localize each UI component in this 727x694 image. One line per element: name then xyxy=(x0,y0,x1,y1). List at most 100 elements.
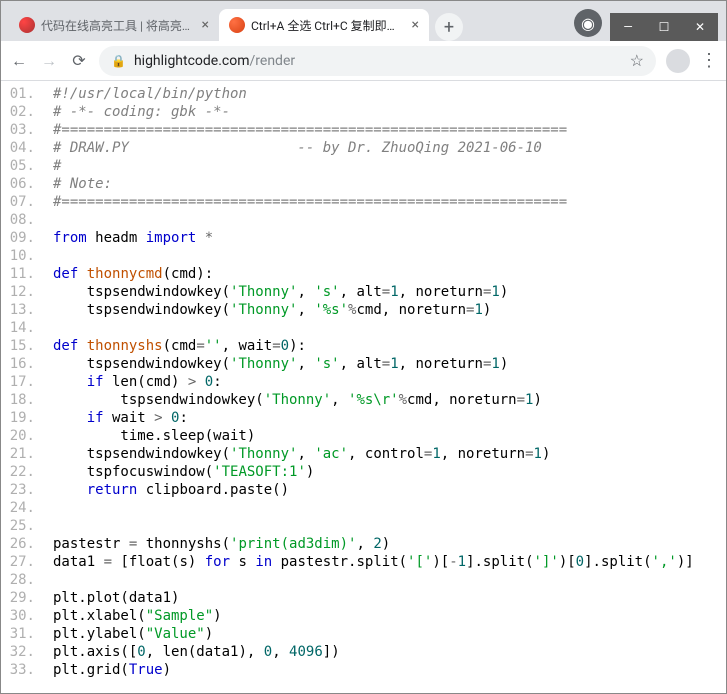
line-number: 28. xyxy=(1,571,41,589)
bookmark-star-icon[interactable]: ☆ xyxy=(630,51,644,70)
code-text: return clipboard.paste() xyxy=(45,481,289,499)
line-number: 33. xyxy=(1,661,41,679)
back-button[interactable]: ← xyxy=(9,51,29,71)
favicon-icon xyxy=(19,17,35,33)
code-text: plt.ylabel("Value") xyxy=(45,625,213,643)
tab-title: Ctrl+A 全选 Ctrl+C 复制即可 - G xyxy=(251,17,406,34)
forward-button[interactable]: → xyxy=(39,51,59,71)
tab-strip: 代码在线高亮工具 | 将高亮美化的 × Ctrl+A 全选 Ctrl+C 复制即… xyxy=(1,1,726,41)
line-number: 05. xyxy=(1,157,41,175)
favicon-icon xyxy=(229,17,245,33)
code-line: 25. xyxy=(1,517,694,535)
page-content[interactable]: 01.#!/usr/local/bin/python02.# -*- codin… xyxy=(1,81,726,693)
browser-window: 代码在线高亮工具 | 将高亮美化的 × Ctrl+A 全选 Ctrl+C 复制即… xyxy=(0,0,727,694)
browser-tab-1[interactable]: Ctrl+A 全选 Ctrl+C 复制即可 - G × xyxy=(219,9,429,41)
code-text: # DRAW.PY -- by Dr. ZhuoQing 2021-06-10 xyxy=(45,139,542,157)
circle-icon: ◉ xyxy=(581,14,595,33)
line-number: 02. xyxy=(1,103,41,121)
code-line: 27.data1 = [float(s) for s in pastestr.s… xyxy=(1,553,694,571)
line-number: 08. xyxy=(1,211,41,229)
line-number: 10. xyxy=(1,247,41,265)
code-text: tspsendwindowkey('Thonny', 's', alt=1, n… xyxy=(45,355,508,373)
tab-title: 代码在线高亮工具 | 将高亮美化的 xyxy=(41,17,196,34)
code-line: 05.# xyxy=(1,157,694,175)
close-tab-icon[interactable]: × xyxy=(412,17,419,33)
line-number: 30. xyxy=(1,607,41,625)
line-number: 13. xyxy=(1,301,41,319)
code-line: 13. tspsendwindowkey('Thonny', '%s'%cmd,… xyxy=(1,301,694,319)
code-line: 21. tspsendwindowkey('Thonny', 'ac', con… xyxy=(1,445,694,463)
line-number: 25. xyxy=(1,517,41,535)
code-line: 23. return clipboard.paste() xyxy=(1,481,694,499)
code-text: #=======================================… xyxy=(45,193,567,211)
code-text: tspsendwindowkey('Thonny', '%s'%cmd, nor… xyxy=(45,301,491,319)
plus-icon: + xyxy=(444,17,454,38)
code-line: 16. tspsendwindowkey('Thonny', 's', alt=… xyxy=(1,355,694,373)
line-number: 22. xyxy=(1,463,41,481)
code-line: 02.# -*- coding: gbk -*- xyxy=(1,103,694,121)
browser-tab-0[interactable]: 代码在线高亮工具 | 将高亮美化的 × xyxy=(9,9,219,41)
profile-avatar[interactable] xyxy=(666,49,690,73)
code-line: 09.from headm import * xyxy=(1,229,694,247)
code-text: #!/usr/local/bin/python xyxy=(45,85,247,103)
browser-menu-button[interactable]: ⋮ xyxy=(700,50,718,71)
line-number: 01. xyxy=(1,85,41,103)
window-maximize[interactable]: ☐ xyxy=(646,13,682,41)
line-number: 19. xyxy=(1,409,41,427)
window-minimize[interactable]: — xyxy=(610,13,646,41)
code-block: 01.#!/usr/local/bin/python02.# -*- codin… xyxy=(1,81,694,693)
lock-icon: 🔒 xyxy=(111,54,126,68)
close-tab-icon[interactable]: × xyxy=(202,17,209,33)
code-text: time.sleep(wait) xyxy=(45,427,255,445)
code-line: 07.#====================================… xyxy=(1,193,694,211)
line-number: 04. xyxy=(1,139,41,157)
code-line: 17. if len(cmd) > 0: xyxy=(1,373,694,391)
code-text: data1 = [float(s) for s in pastestr.spli… xyxy=(45,553,694,571)
code-line: 11.def thonnycmd(cmd): xyxy=(1,265,694,283)
code-line: 14. xyxy=(1,319,694,337)
code-line: 33.plt.grid(True) xyxy=(1,661,694,679)
line-number: 16. xyxy=(1,355,41,373)
address-bar[interactable]: 🔒 highlightcode.com/render ☆ xyxy=(99,46,656,76)
code-text: plt.axis([0, len(data1), 0, 4096]) xyxy=(45,643,340,661)
code-text: plt.grid(True) xyxy=(45,661,171,679)
code-text: pastestr = thonnyshs('print(ad3dim)', 2) xyxy=(45,535,390,553)
code-line: 15.def thonnyshs(cmd='', wait=0): xyxy=(1,337,694,355)
code-text: # xyxy=(45,157,61,175)
minimize-icon: — xyxy=(623,20,632,34)
new-tab-button[interactable]: + xyxy=(435,13,463,41)
code-line: 18. tspsendwindowkey('Thonny', '%s\r'%cm… xyxy=(1,391,694,409)
code-line: 12. tspsendwindowkey('Thonny', 's', alt=… xyxy=(1,283,694,301)
code-line: 10. xyxy=(1,247,694,265)
url-text: highlightcode.com/render xyxy=(134,53,295,69)
code-text: from headm import * xyxy=(45,229,213,247)
close-icon: ✕ xyxy=(695,20,705,34)
code-line: 29.plt.plot(data1) xyxy=(1,589,694,607)
url-host: highlightcode.com xyxy=(134,53,250,69)
line-number: 32. xyxy=(1,643,41,661)
reload-button[interactable]: ⟳ xyxy=(69,51,89,70)
code-line: 22. tspfocuswindow('TEASOFT:1') xyxy=(1,463,694,481)
code-line: 04.# DRAW.PY -- by Dr. ZhuoQing 2021-06-… xyxy=(1,139,694,157)
code-text: # -*- coding: gbk -*- xyxy=(45,103,230,121)
code-line: 31.plt.ylabel("Value") xyxy=(1,625,694,643)
code-line: 06.# Note: xyxy=(1,175,694,193)
code-text: plt.xlabel("Sample") xyxy=(45,607,222,625)
window-close[interactable]: ✕ xyxy=(682,13,718,41)
maximize-icon: ☐ xyxy=(659,20,670,34)
code-line: 01.#!/usr/local/bin/python xyxy=(1,85,694,103)
line-number: 20. xyxy=(1,427,41,445)
line-number: 31. xyxy=(1,625,41,643)
code-text: #=======================================… xyxy=(45,121,567,139)
code-line: 08. xyxy=(1,211,694,229)
line-number: 24. xyxy=(1,499,41,517)
account-button[interactable]: ◉ xyxy=(574,9,602,37)
code-text: tspsendwindowkey('Thonny', 's', alt=1, n… xyxy=(45,283,508,301)
code-line: 30.plt.xlabel("Sample") xyxy=(1,607,694,625)
line-number: 03. xyxy=(1,121,41,139)
code-text: plt.plot(data1) xyxy=(45,589,179,607)
code-text: def thonnyshs(cmd='', wait=0): xyxy=(45,337,306,355)
code-line: 32.plt.axis([0, len(data1), 0, 4096]) xyxy=(1,643,694,661)
line-number: 06. xyxy=(1,175,41,193)
line-number: 29. xyxy=(1,589,41,607)
